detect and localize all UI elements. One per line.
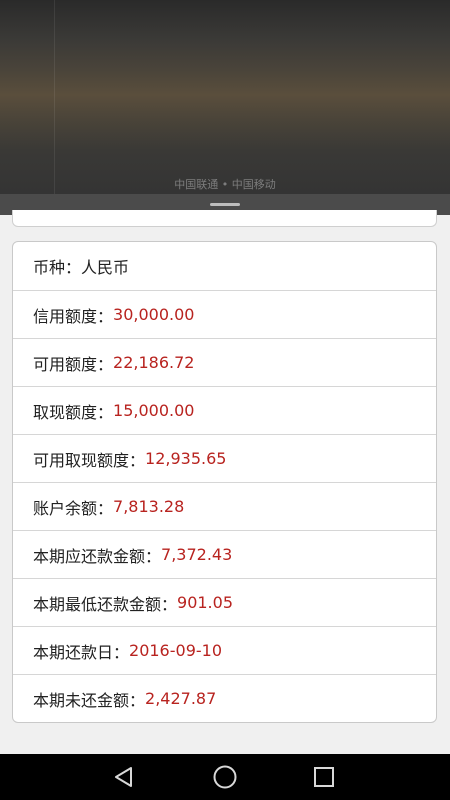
row-unpaid-amount: 本期未还金额： 2,427.87 <box>13 674 436 722</box>
back-icon <box>115 767 132 787</box>
row-available-credit: 可用额度： 22,186.72 <box>13 338 436 386</box>
home-icon <box>213 765 237 789</box>
recents-button[interactable] <box>294 754 354 800</box>
notification-shade: 中国联通 • 中国移动 <box>0 0 450 194</box>
row-label: 本期最低还款金额： <box>33 594 178 614</box>
row-value: 7,372.43 <box>161 545 233 564</box>
carrier-label: 中国联通 • 中国移动 <box>174 178 276 191</box>
row-currency: 币种： 人民币 <box>13 242 436 290</box>
row-value: 30,000.00 <box>113 305 195 324</box>
row-label: 币种： <box>33 258 82 277</box>
recents-icon <box>314 767 334 787</box>
system-navigation-bar <box>0 754 450 800</box>
row-due-date: 本期还款日： 2016-09-10 <box>13 626 436 674</box>
row-value: 人民币 <box>81 258 130 277</box>
row-value: 7,813.28 <box>113 497 185 516</box>
previous-card <box>12 210 437 227</box>
home-button[interactable] <box>195 754 255 800</box>
row-value: 2,427.87 <box>145 689 217 708</box>
row-cash-limit: 取现额度： 15,000.00 <box>13 386 436 434</box>
row-label: 本期应还款金额： <box>33 546 162 566</box>
row-label: 本期未还金额： <box>33 690 146 710</box>
row-value: 12,935.65 <box>145 449 227 468</box>
row-label: 取现额度： <box>33 402 114 422</box>
shade-divider <box>54 0 55 194</box>
row-value: 901.05 <box>177 593 233 612</box>
row-account-balance: 账户余额： 7,813.28 <box>13 482 436 530</box>
row-minimum-payment: 本期最低还款金额： 901.05 <box>13 578 436 626</box>
row-value: 2016-09-10 <box>129 641 222 660</box>
row-value: 22,186.72 <box>113 353 195 372</box>
row-label: 可用取现额度： <box>33 450 146 470</box>
row-label: 账户余额： <box>33 498 114 518</box>
row-label: 可用额度： <box>33 354 114 374</box>
row-value: 15,000.00 <box>113 401 195 420</box>
account-info-card: 币种： 人民币 信用额度： 30,000.00 可用额度： 22,186.72 取现额… <box>12 241 437 723</box>
row-available-cash-limit: 可用取现额度： 12,935.65 <box>13 434 436 482</box>
back-button[interactable] <box>94 754 154 800</box>
drag-handle-icon[interactable] <box>210 203 240 206</box>
row-label: 信用额度： <box>33 306 114 326</box>
row-credit-limit: 信用额度： 30,000.00 <box>13 290 436 338</box>
row-label: 本期还款日： <box>33 642 130 662</box>
row-statement-due-amount: 本期应还款金额： 7,372.43 <box>13 530 436 578</box>
